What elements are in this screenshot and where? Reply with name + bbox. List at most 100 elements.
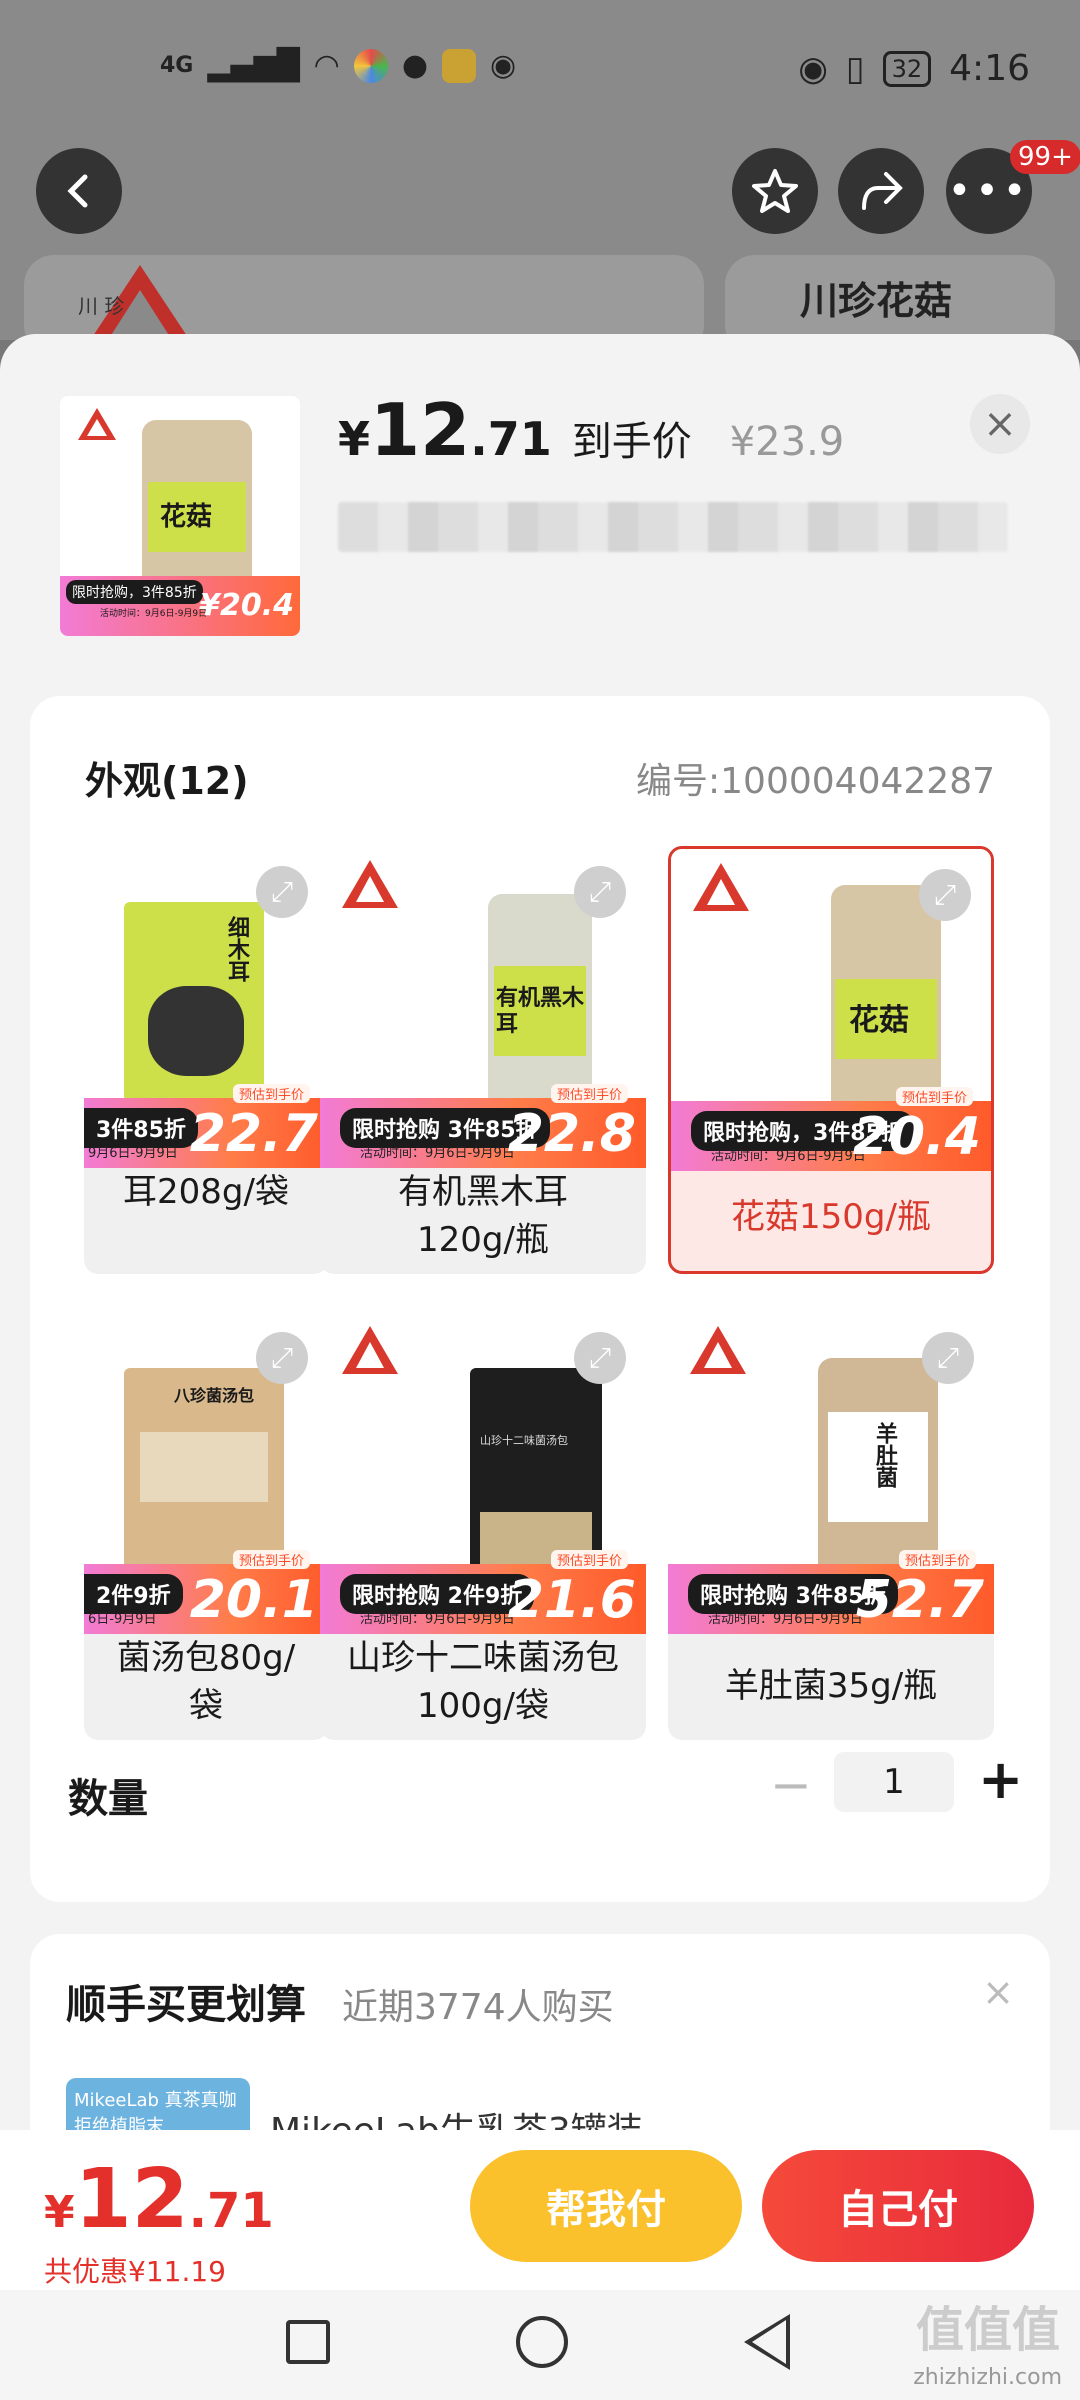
expand-icon[interactable]: ⤢ [574, 866, 626, 918]
combo-subtitle: 近期3774人购买 [342, 1987, 614, 2028]
tile-label: 菌汤包80g/袋 [116, 1638, 296, 1726]
clock: 4:16 [949, 48, 1030, 89]
expand-icon[interactable]: ⤢ [256, 1332, 308, 1384]
promo-price: 20.4 [852, 1107, 981, 1167]
option-tile-mountain-soup-100g[interactable]: 山珍十二味菌汤包 ⤢ 预估到手价 限时抢购 2件9折 活动时间：9月6日-9月9… [320, 1312, 646, 1740]
checkout-price-decimal: .71 [188, 2183, 274, 2239]
chevron-left-icon [67, 174, 88, 208]
promo-hint: 预估到手价 [232, 1550, 310, 1569]
tile-label: 耳208g/袋 [123, 1172, 289, 1212]
tile-label: 花菇150g/瓶 [731, 1197, 931, 1237]
option-tile-mushroom-soup-80g[interactable]: 八珍菌汤包 ⤢ 预估到手价 2件9折 6日-9月9日 20.1 菌汤包80g/袋 [84, 1312, 328, 1740]
recent-apps-icon[interactable] [286, 2320, 330, 2364]
promo-sub: 活动时间：9月6日-9月9日 [360, 1146, 515, 1161]
expand-icon[interactable]: ⤢ [922, 1332, 974, 1384]
thumb-promo-banner: 限时抢购，3件85折 活动时间：9月6日-9月9日 ¥20.4 [60, 576, 300, 636]
thumb-promo-sub: 活动时间：9月6日-9月9日 [100, 609, 208, 619]
product-content [148, 986, 244, 1076]
tile-label: 有机黑木耳120g/瓶 [398, 1172, 568, 1260]
price-currency: ¥ [338, 412, 371, 466]
price-decimal: .71 [470, 412, 552, 466]
favorite-button[interactable] [732, 148, 818, 234]
pay-myself-button[interactable]: 自己付 [762, 2150, 1034, 2262]
system-navigation-bar: 值值值 zhizhizhi.com [0, 2290, 1080, 2400]
brand-logo-icon [690, 1326, 746, 1374]
brand-logo-icon [693, 863, 749, 911]
help-me-pay-button[interactable]: 帮我付 [470, 2150, 742, 2262]
option-tile-wood-ear[interactable]: 细木耳 ⤢ 预估到手价 3件85折 9月6日-9月9日 22.7 耳208g/袋 [84, 846, 328, 1274]
background-brand-text: 川 珍 [78, 294, 125, 318]
search-app-icon [442, 48, 477, 83]
quantity-increase-button[interactable]: + [978, 1748, 1023, 1811]
combo-close-button[interactable]: × [982, 1970, 1014, 2014]
watermark-text: zhizhizhi.com [913, 2365, 1062, 2390]
thumb-promo-price: ¥20.4 [199, 588, 294, 623]
options-card: 外观(12) 编号:100004042287 细木耳 ⤢ 预估到手价 3件85折… [30, 696, 1050, 1902]
price-line: ¥ 12 .71 到手价 ¥23.9 [338, 388, 844, 472]
promo-hint: 预估到手价 [898, 1550, 976, 1569]
price-label: 到手价 [571, 419, 692, 465]
quantity-input[interactable]: 1 [834, 1752, 954, 1812]
vibrate-icon: ▯ [845, 48, 865, 89]
brand-logo-icon [342, 1326, 398, 1374]
promo-price: 21.6 [507, 1570, 636, 1630]
share-button[interactable] [838, 148, 924, 234]
share-icon [862, 172, 903, 210]
wifi-icon: ◠ [313, 48, 340, 83]
notification-badge: 99+ [1010, 140, 1080, 174]
app-notification-icon [353, 48, 388, 83]
promo-hint: 预估到手价 [232, 1084, 310, 1103]
promo-price: 22.7 [189, 1104, 318, 1164]
message-icon: ● [401, 48, 429, 83]
promo-hint: 预估到手价 [550, 1550, 628, 1569]
option-tile-morel-35g[interactable]: 羊肚菌 ⤢ 预估到手价 限时抢购 3件85折 活动时间：9月6日-9月9日 52… [668, 1312, 994, 1740]
selected-product-thumbnail[interactable]: 花菇 限时抢购，3件85折 活动时间：9月6日-9月9日 ¥20.4 [60, 396, 300, 636]
promo-sub: 9月6日-9月9日 [88, 1146, 178, 1161]
price-integer: 12 [370, 388, 471, 472]
status-icons-right: ◉ ▯ 32 4:16 [798, 48, 1030, 89]
combo-title: 顺手买更划算 [66, 1982, 306, 2028]
checkout-price-integer: 12 [74, 2152, 189, 2247]
tile-product-text: 细木耳 [224, 916, 249, 982]
sku-selector-sheet: 花菇 限时抢购，3件85折 活动时间：9月6日-9月9日 ¥20.4 ¥ 12 … [0, 334, 1080, 2400]
thumb-promo-tag: 限时抢购，3件85折 [66, 580, 203, 604]
more-dots-icon: ••• [947, 168, 1031, 214]
promo-hint: 预估到手价 [550, 1084, 628, 1103]
brand-logo-icon [78, 408, 116, 440]
promo-banner: 预估到手价 限时抢购 3件85折 活动时间：9月6日-9月9日 52.7 [668, 1550, 994, 1634]
network-indicator: 4G [160, 53, 194, 78]
promo-price: 22.8 [507, 1104, 636, 1164]
tile-product-text: 山珍十二味菌汤包 [480, 1434, 568, 1447]
tile-product-text: 羊肚菌 [872, 1422, 897, 1488]
promo-banner: 预估到手价 限时抢购，3件85折 活动时间：9月6日-9月9日 20.4 [671, 1087, 991, 1171]
tile-label: 山珍十二味菌汤包100g/袋 [347, 1638, 619, 1726]
promo-price: 52.7 [855, 1570, 984, 1630]
promo-sub: 6日-9月9日 [88, 1612, 157, 1627]
expand-icon[interactable]: ⤢ [574, 1332, 626, 1384]
option-tile-organic-black-fungus[interactable]: 有机黑木耳 ⤢ 预估到手价 限时抢购 3件85折 活动时间：9月6日-9月9日 … [320, 846, 646, 1274]
back-triangle-inner [752, 2320, 786, 2364]
original-price: ¥23.9 [729, 419, 845, 465]
thumb-product-text: 花菇 [160, 502, 213, 532]
back-button[interactable] [36, 148, 122, 234]
promo-sub: 活动时间：9月6日-9月9日 [711, 1149, 866, 1164]
expand-icon[interactable]: ⤢ [256, 866, 308, 918]
quantity-decrease-button[interactable]: − [770, 1756, 812, 1814]
battery-indicator: 32 [882, 50, 932, 87]
option-tile-shiitake-selected[interactable]: 花菇 ⤢ 预估到手价 限时抢购，3件85折 活动时间：9月6日-9月9日 20.… [668, 846, 994, 1274]
watermark-logo: 值值值 [915, 2302, 1060, 2358]
expand-icon[interactable]: ⤢ [919, 869, 971, 921]
promo-banner: 预估到手价 限时抢购 3件85折 活动时间：9月6日-9月9日 22.8 [320, 1084, 646, 1168]
home-icon[interactable] [516, 2316, 568, 2368]
wechat-icon: ◉ [490, 48, 517, 83]
tile-product-text: 八珍菌汤包 [174, 1386, 255, 1405]
status-icons-left: 4G ▂▄▆█ ◠ ● ◉ [160, 48, 516, 83]
star-icon [752, 169, 798, 213]
product-window [140, 1432, 268, 1502]
promo-price: 20.1 [189, 1570, 318, 1630]
background-product-title: 川珍花菇 [800, 279, 953, 323]
brand-logo-icon [342, 860, 398, 908]
savings-text: 共优惠¥11.19 [44, 2255, 226, 2288]
close-sheet-button[interactable]: × [970, 394, 1030, 454]
quantity-label: 数量 [68, 1776, 148, 1822]
